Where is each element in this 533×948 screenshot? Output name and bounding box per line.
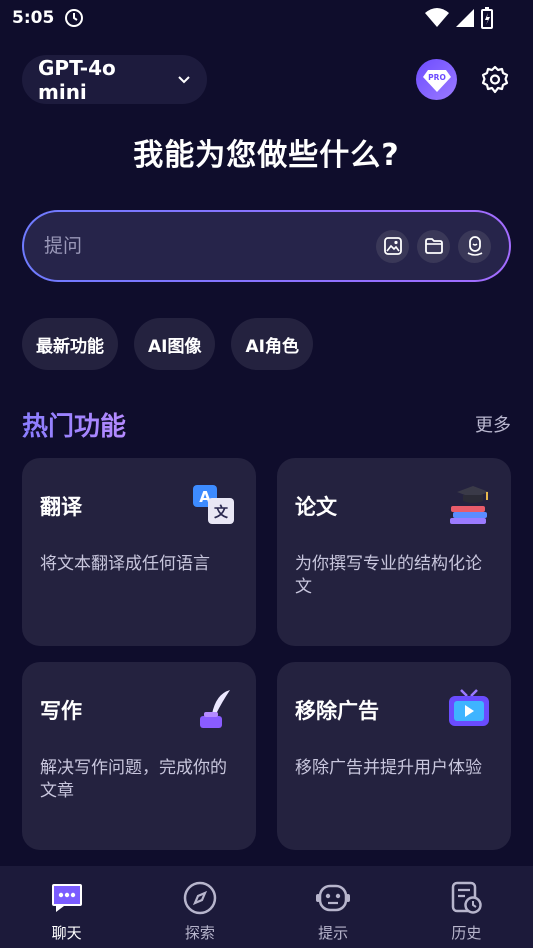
nav-label: 历史 [451, 924, 482, 942]
folder-icon [424, 238, 443, 254]
battery-icon [481, 7, 493, 33]
prompt-input[interactable] [44, 235, 376, 257]
section-title: 热门功能 [22, 406, 126, 443]
prompt-box [22, 210, 511, 282]
nav-prompts[interactable]: 提示 [267, 866, 400, 948]
feature-card-translate[interactable]: 翻译 将文本翻译成任何语言 A 文 [22, 458, 256, 646]
feature-card-essay[interactable]: 论文 为你撰写专业的结构化论文 [277, 458, 511, 646]
model-selector[interactable]: GPT-4o mini [22, 55, 207, 104]
more-link[interactable]: 更多 [475, 411, 511, 437]
microphone-icon [467, 236, 482, 256]
compass-icon [182, 880, 218, 916]
gear-icon [481, 65, 509, 94]
alarm-clock-icon [64, 8, 84, 28]
wifi-icon [425, 8, 449, 32]
status-time: 5:05 [12, 8, 55, 28]
tv-ad-icon [449, 689, 489, 726]
nav-label: 提示 [318, 924, 349, 942]
model-label: GPT-4o mini [38, 55, 116, 104]
status-bar: 5:05 [0, 0, 533, 36]
image-upload-button[interactable] [376, 229, 409, 263]
chevron-down-icon [177, 75, 191, 85]
nav-chat[interactable]: 聊天 [0, 866, 133, 948]
books-icon [450, 486, 489, 524]
card-description: 将文本翻译成任何语言 [40, 554, 210, 574]
nav-explore[interactable]: 探索 [133, 866, 266, 948]
nav-label: 探索 [184, 924, 215, 942]
file-upload-button[interactable] [417, 229, 450, 263]
nav-history[interactable]: 历史 [400, 866, 533, 948]
robot-icon [315, 880, 351, 916]
diamond-icon: PRO [422, 69, 451, 92]
feature-card-writing[interactable]: 写作 解决写作问题，完成你的文章 [22, 662, 256, 850]
signal-icon [455, 8, 475, 32]
history-icon [448, 880, 484, 916]
page-headline: 我能为您做些什么? [133, 138, 400, 173]
voice-input-button[interactable] [458, 229, 491, 263]
bottom-navigation: 聊天 探索 提示 历史 [0, 866, 533, 948]
feature-chips: 最新功能 AI图像 AI角色 [22, 318, 313, 370]
chip-ai-image[interactable]: AI图像 [134, 318, 216, 370]
card-description: 解决写作问题，完成你的文章 [40, 758, 227, 801]
image-icon [383, 237, 402, 255]
feature-card-remove-ads[interactable]: 移除广告 移除广告并提升用户体验 [277, 662, 511, 850]
settings-button[interactable] [477, 62, 513, 98]
quill-ink-icon [200, 690, 230, 728]
chat-bubble-icon [49, 880, 85, 916]
chip-ai-character[interactable]: AI角色 [231, 318, 313, 370]
translate-icon: A 文 [193, 485, 234, 524]
pro-badge-button[interactable]: PRO [416, 59, 457, 100]
pro-label: PRO [428, 73, 446, 82]
chip-latest-features[interactable]: 最新功能 [22, 318, 118, 370]
card-description: 移除广告并提升用户体验 [295, 758, 482, 778]
svg-text:文: 文 [214, 504, 229, 521]
card-description: 为你撰写专业的结构化论文 [295, 554, 482, 597]
nav-label: 聊天 [51, 924, 82, 942]
